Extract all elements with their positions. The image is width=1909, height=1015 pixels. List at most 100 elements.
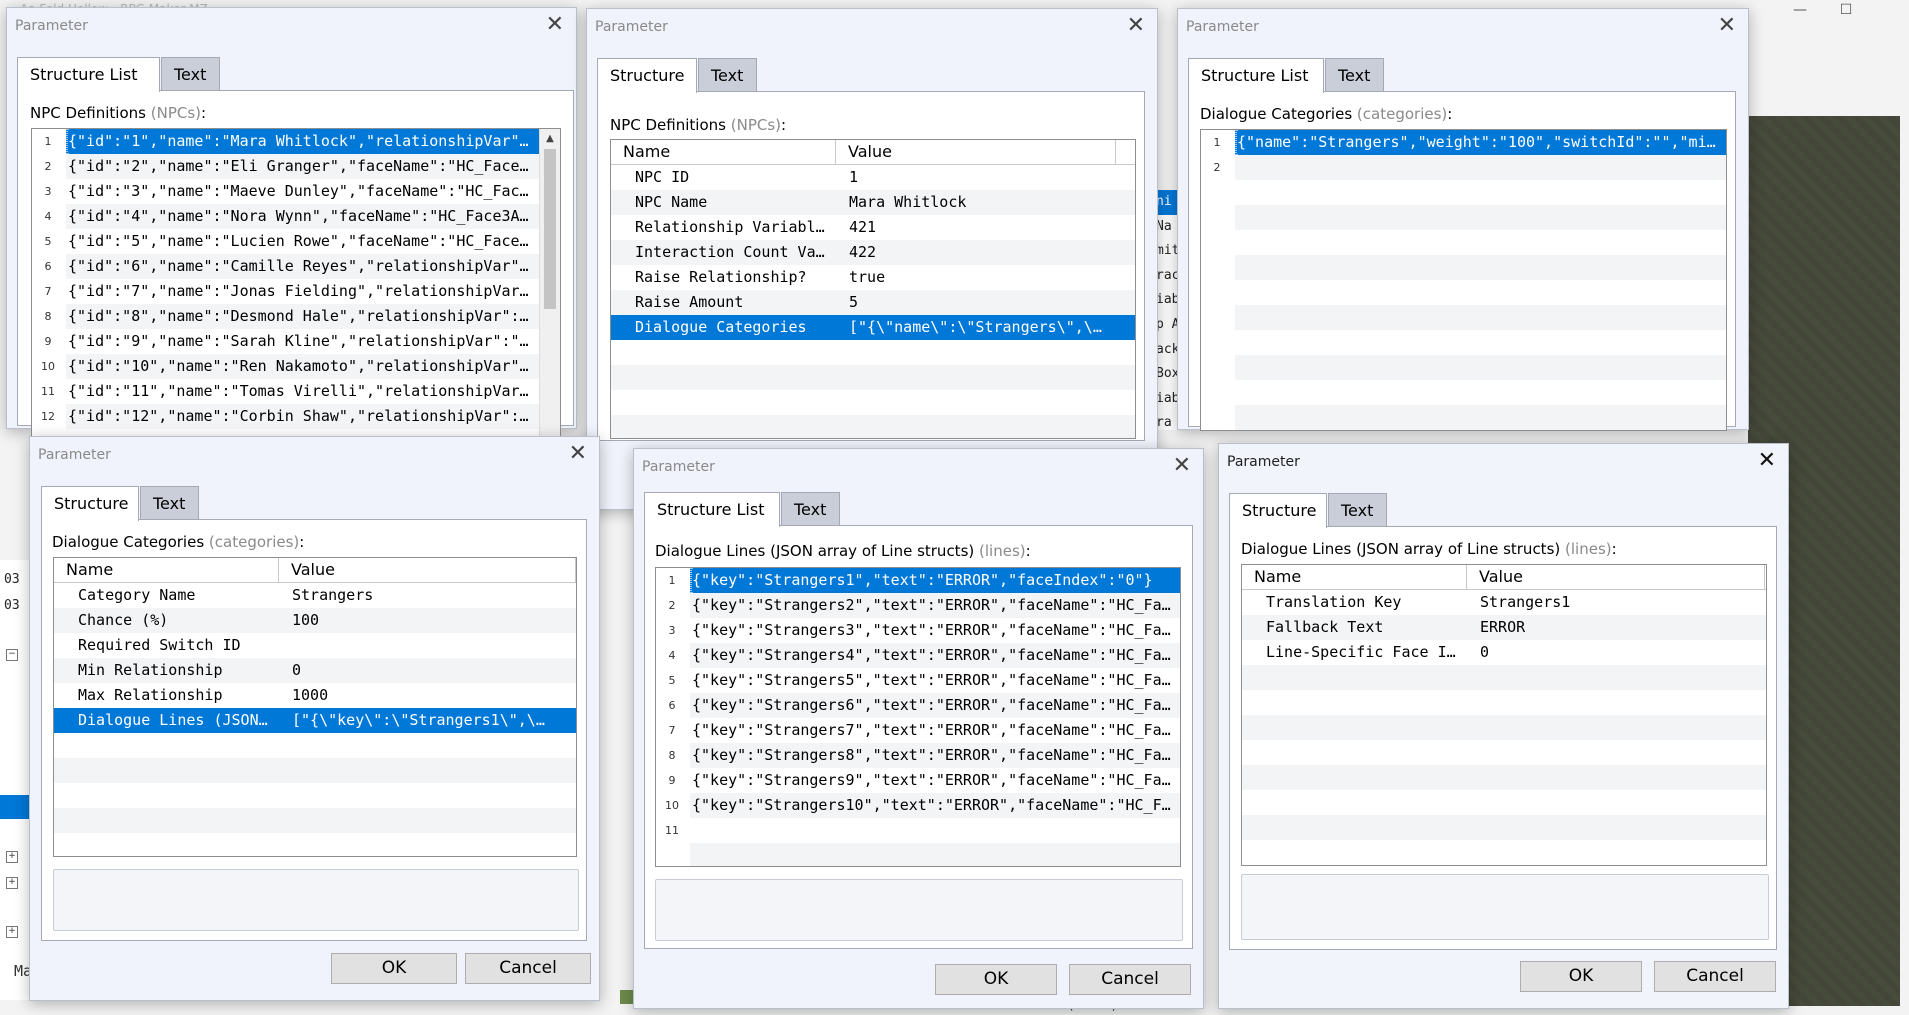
header-name[interactable]: Name — [54, 558, 279, 582]
property-table[interactable]: Name Value NPC ID 1 NPC Name Mara Whitlock… — [610, 139, 1136, 439]
list-item[interactable]: 11 {"id":"11","name":"Tomas Virelli","rel… — [32, 379, 560, 404]
dialog-title: Parameter — [1227, 454, 1300, 470]
caption-colon: : — [201, 104, 207, 122]
table-row[interactable]: Dialogue Categories ["{\"name\":\"Strange… — [611, 315, 1135, 340]
list-item[interactable]: 2 — [1201, 155, 1726, 180]
tree-selected-row[interactable] — [0, 795, 32, 819]
table-row[interactable]: Chance (%) 100 — [54, 608, 576, 633]
list-item[interactable]: 8 {"key":"Strangers8","text":"ERROR","fac… — [656, 743, 1180, 768]
tab-structure-list[interactable]: Structure List — [17, 57, 160, 92]
tab-structure[interactable]: Structure — [1229, 493, 1327, 528]
table-row[interactable]: Category Name Strangers — [54, 583, 576, 608]
header-name[interactable]: Name — [611, 140, 836, 164]
list-item[interactable]: 12 {"id":"12","name":"Corbin Shaw","relat… — [32, 404, 560, 429]
scroll-up-icon[interactable]: ▲ — [540, 129, 560, 149]
close-icon[interactable]: ✕ — [1173, 455, 1191, 477]
property-table[interactable]: Name Value Category Name Strangers Chance… — [53, 557, 577, 857]
property-table[interactable]: Name Value Translation Key Strangers1 Fal… — [1241, 564, 1767, 866]
list-caption: Dialogue Categories (categories): — [1200, 105, 1452, 123]
tree-expand-icon[interactable]: + — [6, 877, 18, 889]
list-item[interactable]: 1 {"id":"1","name":"Mara Whitlock","relat… — [32, 129, 560, 154]
tree-expand-icon[interactable]: + — [6, 851, 18, 863]
list-item[interactable]: 3 {"key":"Strangers3","text":"ERROR","fac… — [656, 618, 1180, 643]
close-icon[interactable]: ✕ — [1127, 15, 1145, 37]
structure-list[interactable]: 1 {"key":"Strangers1","text":"ERROR","fac… — [655, 567, 1181, 867]
caption-colon: : — [1447, 105, 1453, 123]
list-item[interactable]: 11 — [656, 818, 1180, 843]
list-item[interactable]: 4 {"id":"4","name":"Nora Wynn","faceName"… — [32, 204, 560, 229]
tab-text[interactable]: Text — [781, 492, 840, 525]
list-item[interactable]: 8 {"id":"8","name":"Desmond Hale","relati… — [32, 304, 560, 329]
header-value[interactable]: Value — [836, 140, 1116, 164]
tab-text[interactable]: Text — [698, 58, 757, 91]
list-item[interactable]: 2 {"key":"Strangers2","text":"ERROR","fac… — [656, 593, 1180, 618]
tab-text[interactable]: Text — [140, 486, 199, 519]
tab-structure[interactable]: Structure — [597, 58, 697, 93]
table-row[interactable]: Dialogue Lines (JSON… ["{\"key\":\"Strang… — [54, 708, 576, 733]
structure-list[interactable]: 1 {"name":"Strangers","weight":"100","swi… — [1200, 129, 1727, 431]
list-item[interactable]: 7 {"id":"7","name":"Jonas Fielding","rela… — [32, 279, 560, 304]
table-row[interactable]: Translation Key Strangers1 — [1242, 590, 1766, 615]
list-item[interactable]: 5 {"key":"Strangers5","text":"ERROR","fac… — [656, 668, 1180, 693]
vertical-scrollbar[interactable]: ▲ — [539, 129, 560, 437]
list-item[interactable]: 1 {"name":"Strangers","weight":"100","swi… — [1201, 130, 1726, 155]
parameter-dialog-npc-structure: Parameter ✕ Structure Text NPC Definitio… — [586, 8, 1158, 510]
close-icon[interactable]: ✕ — [569, 443, 587, 465]
tab-text[interactable]: Text — [1328, 493, 1387, 526]
table-row[interactable]: Line-Specific Face I… 0 — [1242, 640, 1766, 665]
header-value[interactable]: Value — [279, 558, 576, 582]
cancel-button[interactable]: Cancel — [1654, 961, 1776, 992]
ok-button[interactable]: OK — [1520, 961, 1642, 992]
dialog-titlebar: Parameter ✕ — [587, 9, 1157, 49]
list-item[interactable]: 9 {"key":"Strangers9","text":"ERROR","fac… — [656, 768, 1180, 793]
table-row[interactable]: Min Relationship 0 — [54, 658, 576, 683]
minimize-icon[interactable]: — — [1777, 0, 1823, 22]
tab-structure-list[interactable]: Structure List — [1188, 58, 1324, 93]
table-row[interactable]: Raise Relationship? true — [611, 265, 1135, 290]
tab-text[interactable]: Text — [161, 57, 220, 90]
caption-key: (categories) — [208, 533, 300, 551]
table-row[interactable]: Fallback Text ERROR — [1242, 615, 1766, 640]
tab-text[interactable]: Text — [1325, 58, 1384, 91]
tab-structure[interactable]: Structure — [41, 486, 139, 521]
table-header: Name Value — [1242, 565, 1766, 590]
list-item[interactable]: 1 {"key":"Strangers1","text":"ERROR","fac… — [656, 568, 1180, 593]
list-item[interactable]: 10 {"id":"10","name":"Ren Nakamoto","rela… — [32, 354, 560, 379]
list-item[interactable]: 6 {"key":"Strangers6","text":"ERROR","fac… — [656, 693, 1180, 718]
caption-label: Dialogue Categories — [52, 533, 205, 551]
structure-list[interactable]: 1 {"id":"1","name":"Mara Whitlock","relat… — [31, 128, 561, 438]
tree-expand-icon[interactable]: + — [6, 926, 18, 938]
list-item[interactable]: 7 {"key":"Strangers7","text":"ERROR","fac… — [656, 718, 1180, 743]
table-row[interactable]: Interaction Count Va… 422 — [611, 240, 1135, 265]
close-icon[interactable]: ✕ — [1758, 450, 1776, 472]
table-row[interactable]: NPC Name Mara Whitlock — [611, 190, 1135, 215]
ok-button[interactable]: OK — [935, 964, 1057, 995]
table-row[interactable]: Raise Amount 5 — [611, 290, 1135, 315]
table-caption: Dialogue Lines (JSON array of Line struc… — [1241, 540, 1617, 558]
tree-collapse-icon[interactable]: − — [6, 649, 18, 661]
parameter-dialog-category-structure: Parameter ✕ Structure Text Dialogue Cate… — [29, 436, 600, 1001]
list-item[interactable]: 5 {"id":"5","name":"Lucien Rowe","faceNam… — [32, 229, 560, 254]
table-row[interactable]: Required Switch ID — [54, 633, 576, 658]
list-item[interactable]: 2 {"id":"2","name":"Eli Granger","faceNam… — [32, 154, 560, 179]
list-item[interactable]: 4 {"key":"Strangers4","text":"ERROR","fac… — [656, 643, 1180, 668]
cancel-button[interactable]: Cancel — [465, 953, 591, 984]
table-row[interactable]: NPC ID 1 — [611, 165, 1135, 190]
list-item[interactable]: 10 {"key":"Strangers10","text":"ERROR","f… — [656, 793, 1180, 818]
list-item[interactable]: 9 {"id":"9","name":"Sarah Kline","relatio… — [32, 329, 560, 354]
ok-button[interactable]: OK — [331, 953, 457, 984]
header-name[interactable]: Name — [1242, 565, 1467, 589]
list-item[interactable]: 6 {"id":"6","name":"Camille Reyes","relat… — [32, 254, 560, 279]
caption-label: NPC Definitions — [30, 104, 146, 122]
table-row[interactable]: Max Relationship 1000 — [54, 683, 576, 708]
tab-structure-list[interactable]: Structure List — [644, 492, 780, 527]
list-item[interactable]: 3 {"id":"3","name":"Maeve Dunley","faceNa… — [32, 179, 560, 204]
close-icon[interactable]: ✕ — [546, 14, 564, 36]
maximize-icon[interactable]: ☐ — [1823, 0, 1869, 22]
table-row[interactable]: Relationship Variabl… 421 — [611, 215, 1135, 240]
close-icon[interactable]: ✕ — [1718, 15, 1736, 37]
cancel-button[interactable]: Cancel — [1069, 964, 1191, 995]
description-box — [655, 879, 1183, 941]
scroll-thumb[interactable] — [544, 149, 556, 309]
header-value[interactable]: Value — [1467, 565, 1765, 589]
